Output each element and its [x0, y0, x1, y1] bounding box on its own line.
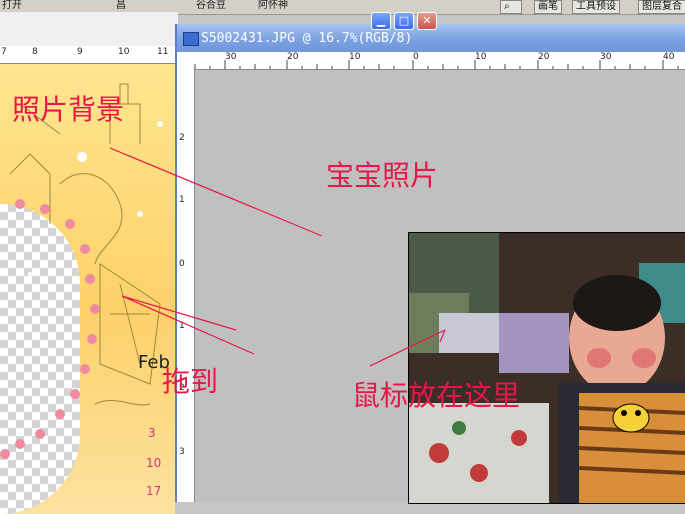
label-put-mouse-here: 鼠标放在这里 — [352, 379, 521, 412]
label-drag-to: 拖到 — [162, 365, 219, 398]
annotation-arrows — [109, 147, 446, 367]
label-baby-photo: 宝宝照片 — [326, 159, 439, 192]
label-photo-background: 照片背景 — [12, 93, 125, 126]
